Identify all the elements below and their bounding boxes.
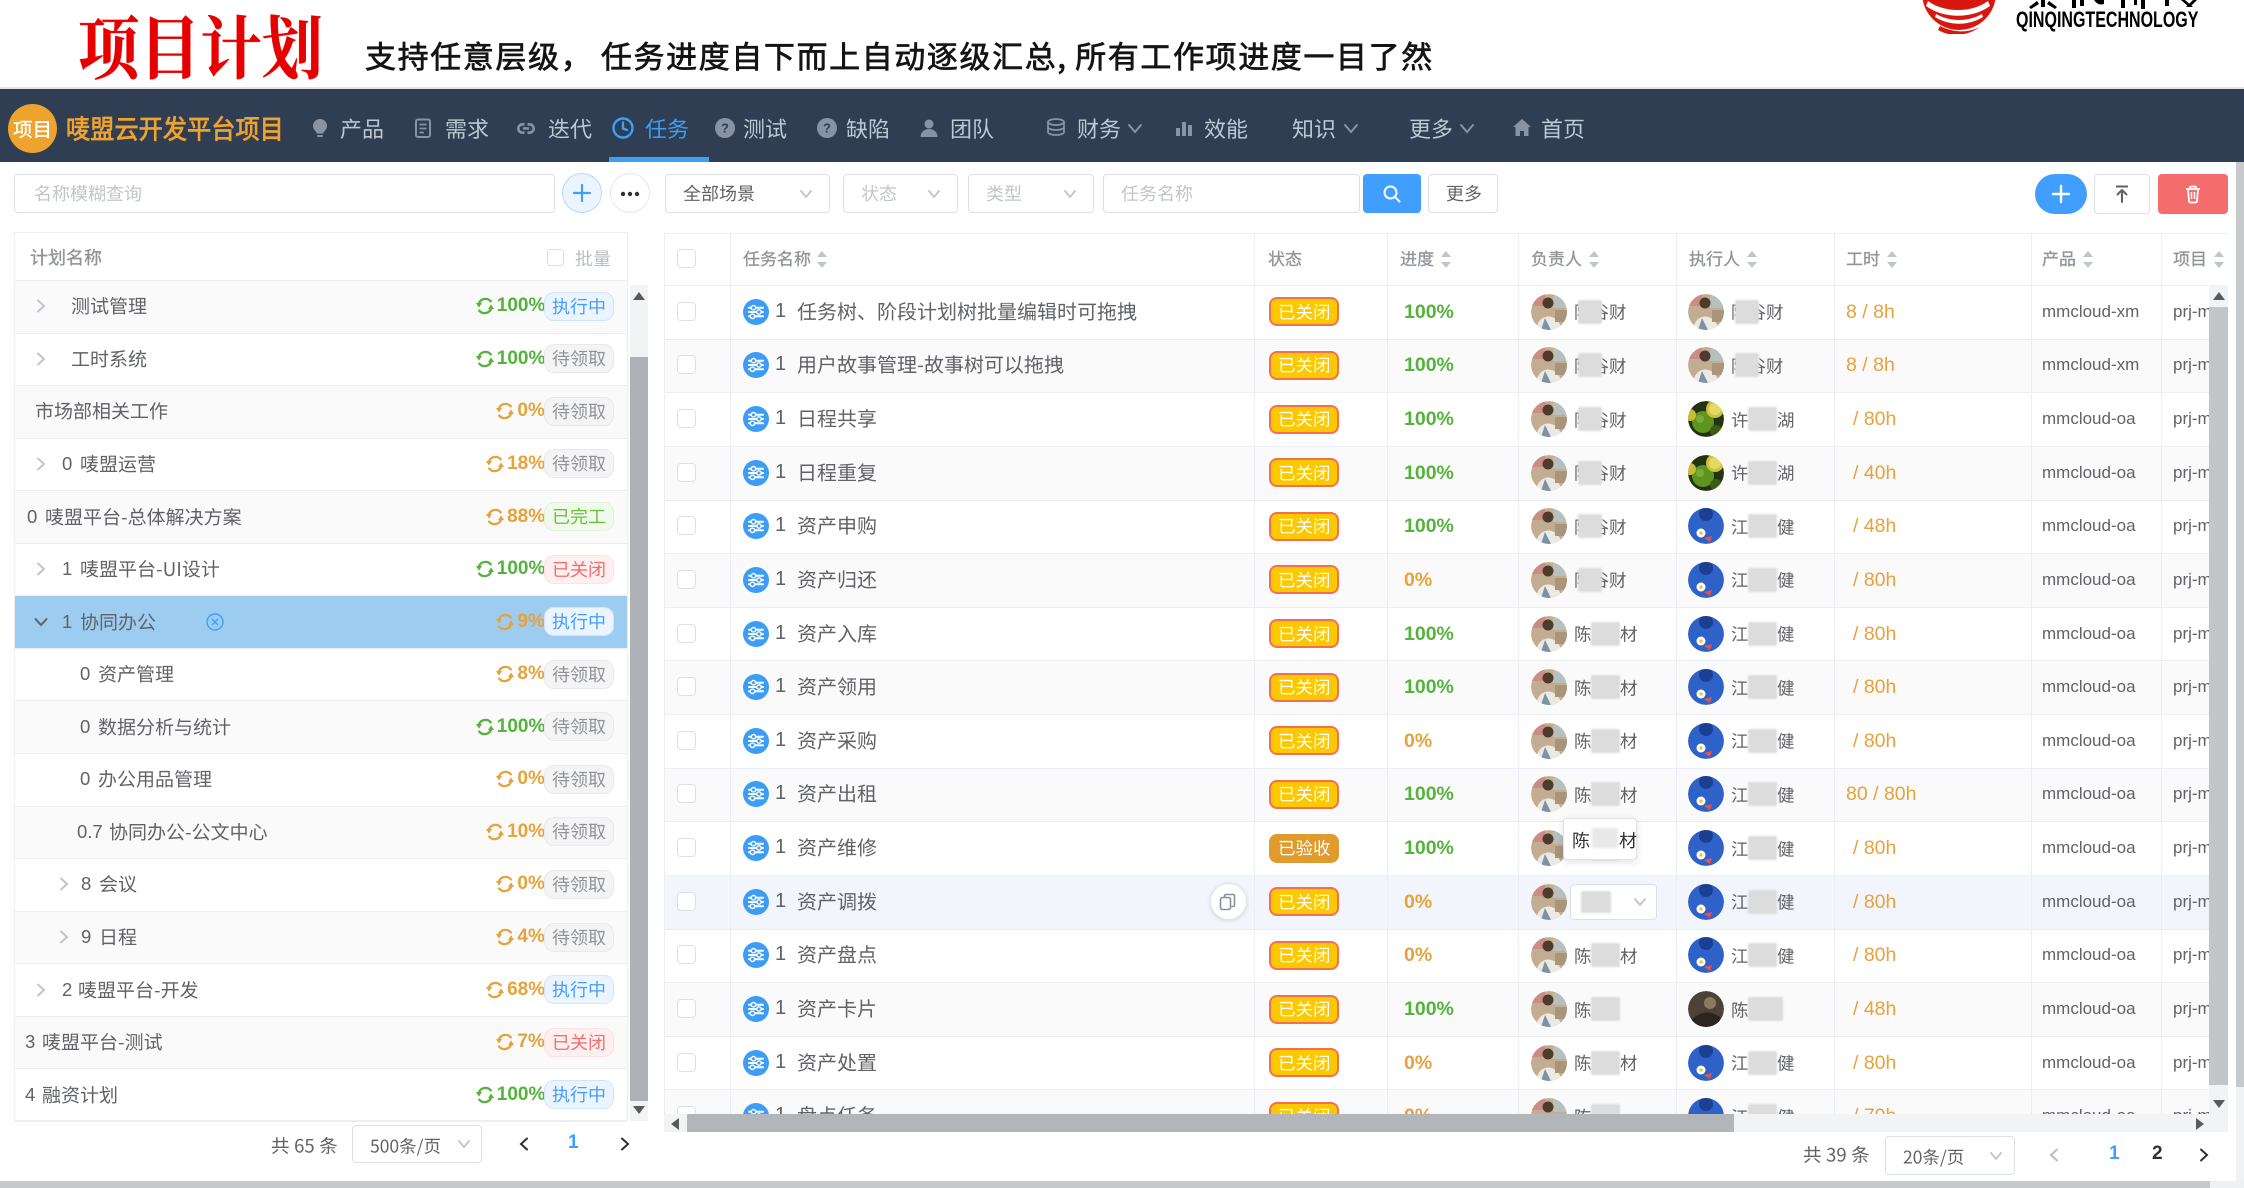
svg-text:?: ? — [823, 121, 831, 136]
svg-text:?: ? — [721, 121, 729, 136]
